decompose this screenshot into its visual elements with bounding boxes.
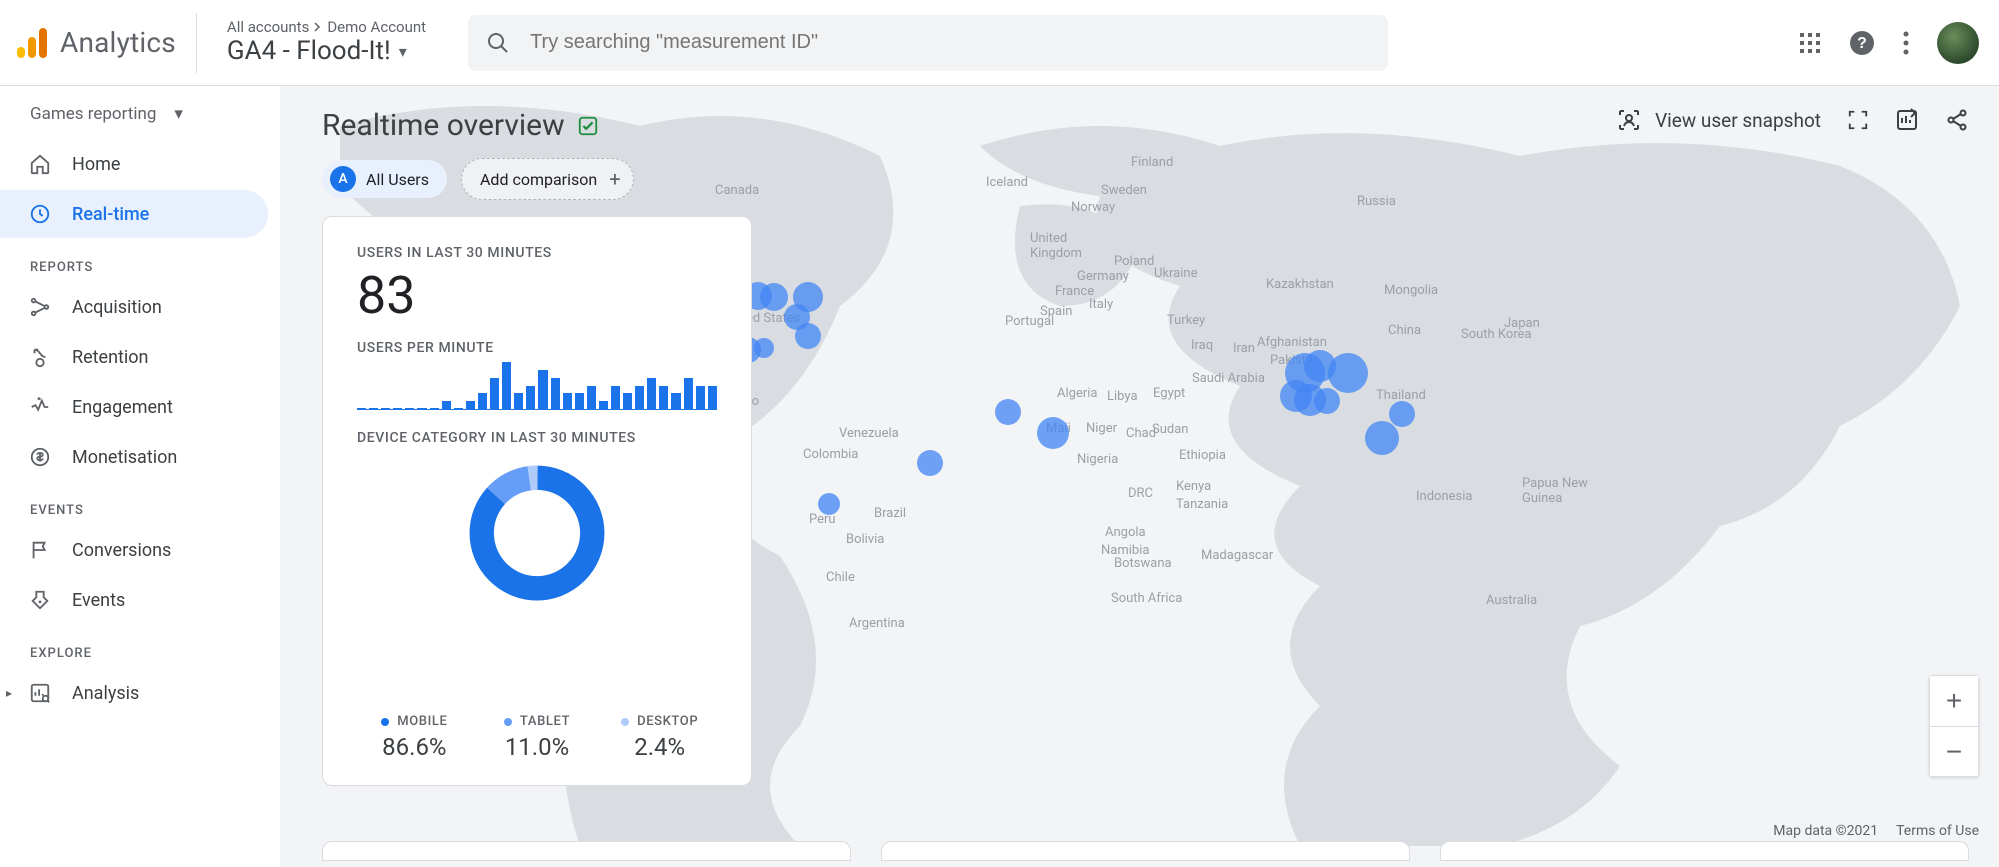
bottom-cards-placeholder [322,841,1969,861]
view-user-snapshot-button[interactable]: View user snapshot [1617,108,1821,132]
map-user-dot [917,450,943,476]
legend-mobile: MOBILE 86.6% [357,714,472,761]
svg-text:?: ? [1857,35,1867,52]
user-avatar[interactable] [1937,22,1979,64]
legend-tablet: TABLET 11.0% [480,714,595,761]
monetisation-icon [28,445,52,469]
map-attribution: Map data ©2021 [1773,823,1878,839]
apps-icon[interactable] [1799,32,1821,54]
analysis-icon [28,681,52,705]
map-user-dot [1365,421,1399,455]
add-comparison-label: Add comparison [480,170,597,189]
nav-label: Home [72,154,120,175]
product-name: Analytics [60,26,176,59]
nav-label: Conversions [72,540,171,561]
chevron-right-icon [313,22,323,32]
map-user-dot [995,399,1021,425]
caret-down-icon: ▾ [399,42,407,61]
nav-monetisation[interactable]: Monetisation [0,433,268,481]
zoom-in-button[interactable]: + [1930,676,1978,726]
users-per-minute-chart [357,362,717,410]
app-header: Analytics All accounts Demo Account GA4 … [0,0,1999,86]
users-30-label: USERS IN LAST 30 MINUTES [357,245,717,261]
engagement-icon [28,395,52,419]
share-icon[interactable] [1945,108,1969,132]
users-per-minute-label: USERS PER MINUTE [357,340,717,356]
map-zoom-controls: + − [1929,675,1979,777]
nav-analysis[interactable]: ▸ Analysis [0,669,268,717]
zoom-out-button[interactable]: − [1930,726,1978,776]
users-30-value: 83 [357,265,717,326]
device-category-donut [464,460,610,606]
nav-home[interactable]: Home [0,140,268,188]
main-content: CanadaIcelandNorwaySwedenFinlandUnitedKi… [280,86,1999,867]
property-selector[interactable]: All accounts Demo Account GA4 - Flood-It… [227,18,426,67]
more-vert-icon[interactable] [1903,31,1909,55]
account-name: Demo Account [327,18,426,36]
customize-icon[interactable] [1895,108,1919,132]
device-category-label: DEVICE CATEGORY IN LAST 30 MINUTES [357,430,717,446]
nav-conversions[interactable]: Conversions [0,526,268,574]
nav-label: Acquisition [72,297,162,318]
map-user-dot [1037,417,1069,449]
nav-label: Monetisation [72,447,177,468]
map-user-dot [1389,401,1415,427]
nav-label: Retention [72,347,148,368]
nav-events[interactable]: Events [0,576,268,624]
legend-dot-icon [504,718,512,726]
realtime-users-card: USERS IN LAST 30 MINUTES 83 USERS PER MI… [322,216,752,786]
sidebar: Games reporting ▾ Home Real-time REPORTS… [0,86,280,867]
map-user-dot [754,338,774,358]
home-icon [28,152,52,176]
page-title: Realtime overview [322,108,565,143]
section-reports: REPORTS [0,240,280,281]
legend-desktop: DESKTOP 2.4% [602,714,717,761]
flag-icon [28,538,52,562]
map-user-dot [795,323,821,349]
events-icon [28,588,52,612]
property-name: GA4 - Flood-It! [227,36,391,67]
nav-label: Events [72,590,125,611]
add-comparison-button[interactable]: Add comparison + [461,158,634,200]
nav-realtime[interactable]: Real-time [0,190,268,238]
map-user-dot [1328,353,1368,393]
map-terms-link[interactable]: Terms of Use [1896,823,1979,839]
fullscreen-icon[interactable] [1847,109,1869,131]
nav-engagement[interactable]: Engagement [0,383,268,431]
reporting-collection-dropdown[interactable]: Games reporting ▾ [0,104,280,138]
caret-down-icon: ▾ [174,104,183,124]
view-snapshot-label: View user snapshot [1655,109,1821,132]
verified-icon [577,115,599,137]
header-actions: ? [1799,22,1979,64]
map-user-dot [1314,388,1340,414]
search-box[interactable] [468,15,1388,71]
map-user-dot [760,283,788,311]
plus-icon: + [609,167,620,191]
segment-label: All Users [366,170,429,189]
map-user-dot [818,493,840,515]
legend-dot-icon [621,718,629,726]
section-events: EVENTS [0,483,280,524]
retention-icon [28,345,52,369]
chevron-right-icon: ▸ [6,686,12,700]
nav-retention[interactable]: Retention [0,333,268,381]
legend-dot-icon [381,718,389,726]
segment-all-users[interactable]: A All Users [322,160,447,198]
search-icon [486,31,510,55]
nav-label: Real-time [72,204,149,225]
account-path-prefix: All accounts [227,18,309,36]
nav-label: Engagement [72,397,173,418]
help-icon[interactable]: ? [1849,30,1875,56]
clock-icon [28,202,52,226]
product-logo-block[interactable]: Analytics [14,13,197,73]
acquisition-icon [28,295,52,319]
segment-badge-icon: A [330,166,356,192]
user-snapshot-icon [1617,108,1641,132]
analytics-logo-icon [14,25,50,61]
nav-label: Analysis [72,683,139,704]
section-explore: EXPLORE [0,626,280,667]
nav-acquisition[interactable]: Acquisition [0,283,268,331]
reporting-collection-label: Games reporting [30,104,156,124]
search-input[interactable] [528,30,1370,55]
